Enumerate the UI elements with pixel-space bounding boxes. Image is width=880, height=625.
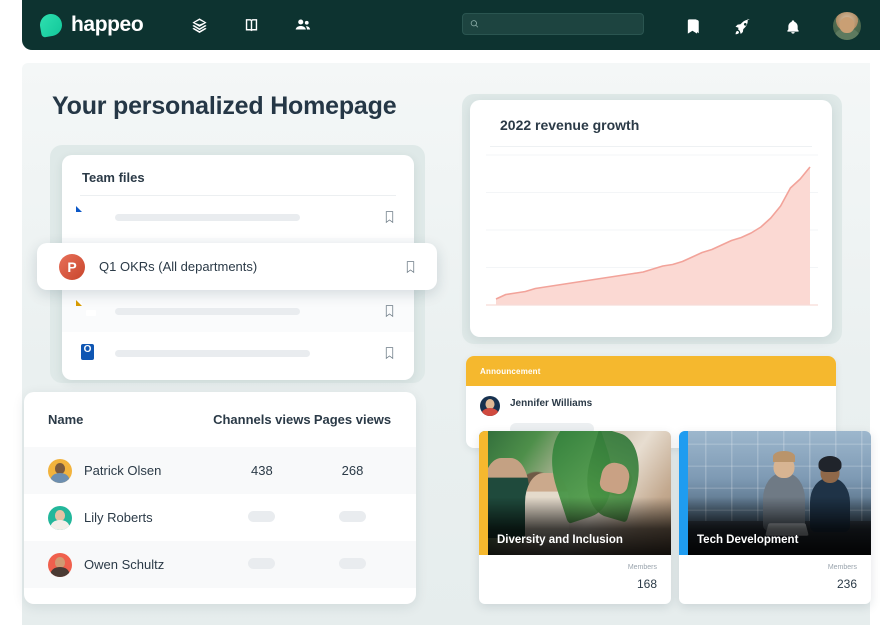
google-docs-icon bbox=[82, 206, 101, 228]
image-scrim bbox=[479, 497, 671, 555]
outlook-icon bbox=[82, 342, 101, 364]
chart-title: 2022 revenue growth bbox=[470, 100, 832, 133]
channel-name: Diversity and Inclusion bbox=[497, 534, 623, 546]
search-icon bbox=[470, 19, 479, 29]
channel-hero-image: Diversity and Inclusion bbox=[479, 431, 671, 555]
channels-views-value: 438 bbox=[211, 463, 313, 478]
channel-hero-image: Tech Development bbox=[679, 431, 871, 555]
book-icon[interactable] bbox=[240, 14, 262, 36]
announcement-body: Jennifer Williams bbox=[466, 386, 836, 416]
file-row[interactable] bbox=[62, 332, 414, 374]
file-row[interactable] bbox=[62, 290, 414, 332]
bookmark-icon[interactable] bbox=[383, 304, 396, 318]
channel-accent-bar bbox=[479, 431, 488, 555]
masked-value bbox=[248, 511, 275, 522]
user-cell: Lily Roberts bbox=[48, 506, 211, 530]
user-name: Patrick Olsen bbox=[84, 463, 161, 478]
table-row[interactable]: Owen Schultz bbox=[24, 541, 416, 588]
avatar bbox=[480, 396, 500, 416]
channel-card-diversity-and-inclusion[interactable]: Diversity and Inclusion Members 168 bbox=[479, 431, 671, 604]
channel-name: Tech Development bbox=[697, 534, 798, 546]
search-box[interactable] bbox=[462, 13, 644, 35]
channel-accent-bar bbox=[679, 431, 688, 555]
team-files-title: Team files bbox=[62, 155, 414, 195]
nav-right-group bbox=[682, 12, 862, 41]
image-scrim bbox=[679, 497, 871, 555]
masked-value bbox=[339, 511, 366, 522]
user-avatar[interactable] bbox=[832, 11, 862, 41]
happeo-drop-icon bbox=[40, 14, 62, 36]
members-label: Members bbox=[828, 564, 857, 571]
search-input[interactable] bbox=[484, 19, 636, 30]
table-header-row: Name Channels views Pages views bbox=[24, 392, 416, 447]
pages-views-value bbox=[313, 557, 392, 572]
file-row[interactable] bbox=[62, 196, 414, 238]
members-count: 236 bbox=[837, 577, 857, 591]
chart-area-fill bbox=[496, 167, 810, 305]
brand-logo[interactable]: happeo bbox=[40, 13, 143, 37]
chart-plot-area bbox=[470, 147, 832, 325]
user-cell: Owen Schultz bbox=[48, 553, 211, 577]
user-cell: Patrick Olsen bbox=[48, 459, 211, 483]
page-title: Your personalized Homepage bbox=[52, 92, 396, 121]
powerpoint-icon: P bbox=[59, 254, 85, 280]
google-slides-icon bbox=[82, 300, 101, 322]
bookmark-icon[interactable] bbox=[383, 346, 396, 360]
people-icon[interactable] bbox=[292, 14, 314, 36]
column-header-channels-views: Channels views bbox=[211, 412, 313, 427]
revenue-chart-card: 2022 revenue growth bbox=[470, 100, 832, 337]
bookmark-icon[interactable] bbox=[383, 210, 396, 224]
announcement-author: Jennifer Williams bbox=[510, 396, 592, 409]
file-row-highlighted[interactable]: P Q1 OKRs (All departments) bbox=[37, 243, 437, 290]
avatar bbox=[48, 506, 72, 530]
members-label: Members bbox=[628, 564, 657, 571]
table-row[interactable]: Lily Roberts bbox=[24, 494, 416, 541]
file-name-placeholder bbox=[115, 308, 300, 315]
nav-icon-group bbox=[188, 14, 314, 36]
channel-footer: Members 236 bbox=[679, 555, 871, 604]
bookmark-icon[interactable] bbox=[404, 260, 417, 274]
masked-value bbox=[339, 558, 366, 569]
app-root: happeo bbox=[0, 0, 880, 625]
stats-table-card: Name Channels views Pages views Patrick … bbox=[24, 392, 416, 604]
top-navbar: happeo bbox=[22, 0, 880, 50]
channels-views-value bbox=[211, 557, 313, 572]
channel-footer: Members 168 bbox=[479, 555, 671, 604]
members-count: 168 bbox=[637, 577, 657, 591]
pages-views-value: 268 bbox=[313, 463, 392, 478]
area-chart bbox=[470, 147, 832, 325]
avatar bbox=[48, 459, 72, 483]
column-header-name: Name bbox=[48, 412, 211, 427]
announcement-banner: Announcement bbox=[466, 356, 836, 386]
file-name: Q1 OKRs (All departments) bbox=[99, 259, 257, 274]
file-name-placeholder bbox=[115, 350, 310, 357]
brand-name: happeo bbox=[71, 13, 143, 37]
channels-views-value bbox=[211, 510, 313, 525]
masked-value bbox=[248, 558, 275, 569]
bookmarks-icon[interactable] bbox=[682, 16, 704, 38]
avatar bbox=[48, 553, 72, 577]
table-row[interactable]: Patrick Olsen 438 268 bbox=[24, 447, 416, 494]
bell-icon[interactable] bbox=[782, 16, 804, 38]
file-name-placeholder bbox=[115, 214, 300, 221]
user-name: Lily Roberts bbox=[84, 510, 153, 525]
channel-card-tech-development[interactable]: Tech Development Members 236 bbox=[679, 431, 871, 604]
rocket-icon[interactable] bbox=[732, 16, 754, 38]
layers-icon[interactable] bbox=[188, 14, 210, 36]
user-name: Owen Schultz bbox=[84, 557, 164, 572]
pages-views-value bbox=[313, 510, 392, 525]
column-header-pages-views: Pages views bbox=[313, 412, 392, 427]
